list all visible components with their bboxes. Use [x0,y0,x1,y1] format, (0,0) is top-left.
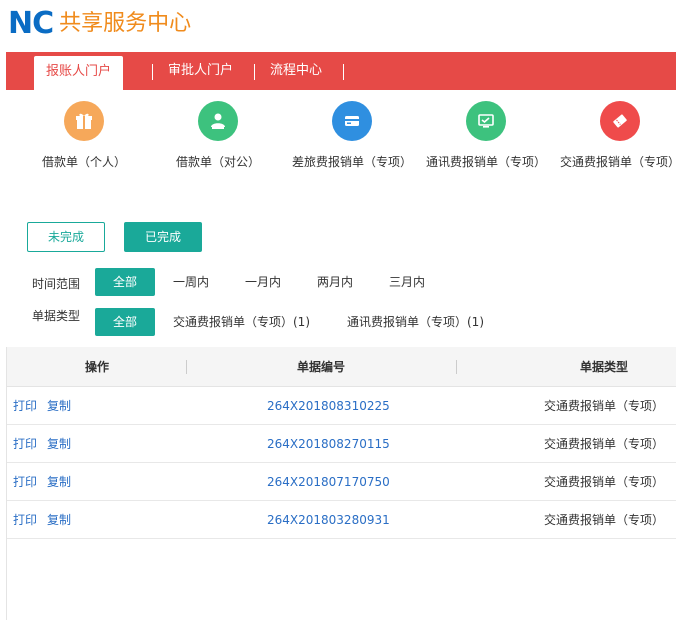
people-icon [198,101,238,141]
quick-travel-expense[interactable]: 差旅费报销单（专项） [287,101,417,170]
doc-number[interactable]: 264X201808270115 [267,425,390,463]
time-filter-week[interactable]: 一周内 [173,268,209,296]
tab-approver-portal[interactable]: 审批人门户 [168,52,233,90]
logo-mark: NC [8,6,54,41]
incomplete-button[interactable]: 未完成 [27,222,105,252]
table-row: 打印 复制 264X201807170750 交通费报销单（专项） [6,463,676,501]
header: NC 共享服务中心 [0,0,676,50]
copy-link[interactable]: 复制 [47,463,71,501]
col-doc-number: 单据编号 [297,360,346,374]
time-filter-three-months[interactable]: 三月内 [389,268,425,296]
type-filter-all[interactable]: 全部 [95,308,155,336]
quick-telecom-expense[interactable]: 通讯费报销单（专项） [421,101,551,170]
col-actions: 操作 [85,360,110,374]
print-link[interactable]: 打印 [13,425,37,463]
quick-label: 交通费报销单（专项） [559,155,676,169]
table-row: 打印 复制 264X201803280931 交通费报销单（专项） [6,501,676,539]
col-divider [456,360,457,374]
copy-link[interactable]: 复制 [47,387,71,425]
main-nav: 报账人门户 审批人门户 流程中心 [6,52,676,90]
quick-actions: 借款单（个人） 借款单（对公） 差旅费报销单（专项） 通讯费报销单（专项） 交通… [6,95,676,185]
quick-label: 借款单（个人） [41,155,126,169]
doc-number[interactable]: 264X201807170750 [267,463,390,501]
print-link[interactable]: 打印 [13,387,37,425]
doc-type: 交通费报销单（专项） [544,437,665,451]
doc-number[interactable]: 264X201808310225 [267,387,390,425]
nav-divider [254,64,255,80]
quick-label: 通讯费报销单（专项） [425,155,546,169]
tab-process-center[interactable]: 流程中心 [270,52,322,90]
table-row: 打印 复制 264X201808310225 交通费报销单（专项） [6,387,676,425]
card-icon [332,101,372,141]
copy-link[interactable]: 复制 [47,501,71,539]
doc-type: 交通费报销单（专项） [544,475,665,489]
documents-table: 操作 单据编号 单据类型 打印 复制 264X201808310225 交通费报… [6,347,676,539]
doc-type-label: 单据类型 [32,309,81,323]
type-filter-transport[interactable]: 交通费报销单（专项）(1) [173,308,310,336]
nav-divider [152,64,153,80]
table-row: 打印 复制 264X201808270115 交通费报销单（专项） [6,425,676,463]
table-header: 操作 单据编号 单据类型 [6,347,676,387]
table-left-border [6,347,7,620]
type-filter-telecom[interactable]: 通讯费报销单（专项）(1) [347,308,484,336]
doc-type: 交通费报销单（专项） [544,399,665,413]
nav-divider [343,64,344,80]
doc-number[interactable]: 264X201803280931 [267,501,390,539]
col-doc-type: 单据类型 [580,360,629,374]
app-title: 共享服务中心 [59,11,192,36]
gift-icon [64,101,104,141]
quick-transport-expense[interactable]: 交通费报销单（专项） [555,101,676,170]
logo[interactable]: NC 共享服务中心 [8,8,191,40]
doc-type: 交通费报销单（专项） [544,513,665,527]
tab-claimant-portal[interactable]: 报账人门户 [34,56,124,90]
quick-label: 借款单（对公） [175,155,260,169]
quick-loan-corporate[interactable]: 借款单（对公） [153,101,283,170]
ticket-icon [600,101,640,141]
complete-button[interactable]: 已完成 [124,222,202,252]
time-filter-two-months[interactable]: 两月内 [317,268,353,296]
copy-link[interactable]: 复制 [47,425,71,463]
print-link[interactable]: 打印 [13,501,37,539]
time-filter-month[interactable]: 一月内 [245,268,281,296]
col-divider [186,360,187,374]
time-range-label: 时间范围 [32,277,81,291]
time-filter-all[interactable]: 全部 [95,268,155,296]
print-link[interactable]: 打印 [13,463,37,501]
quick-loan-personal[interactable]: 借款单（个人） [19,101,149,170]
quick-label: 差旅费报销单（专项） [291,155,412,169]
monitor-icon [466,101,506,141]
